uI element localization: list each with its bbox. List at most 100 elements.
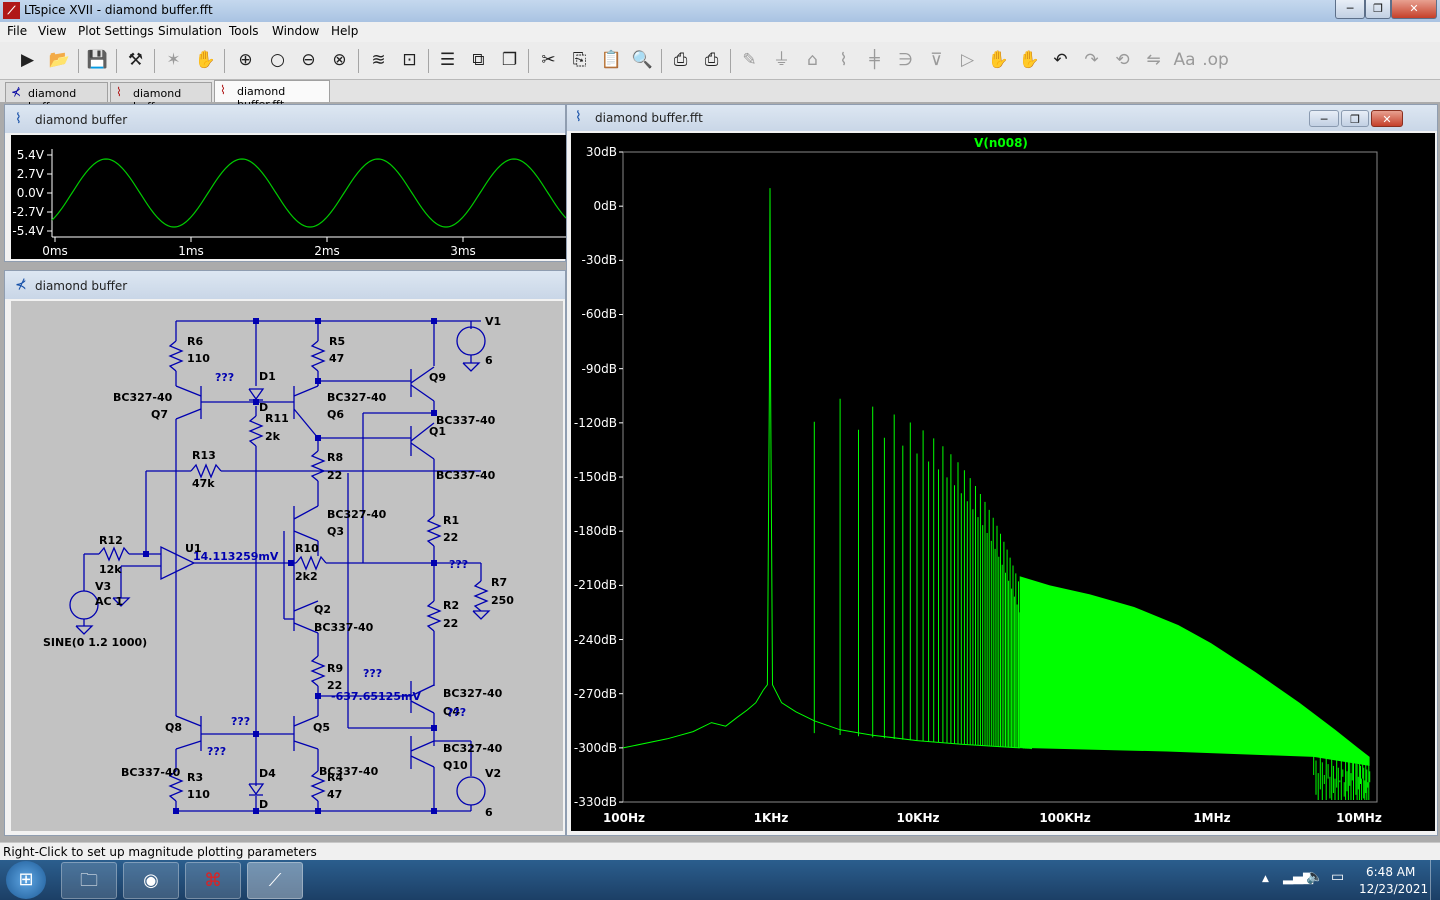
label-r5-value: 47 [329,352,344,365]
transient-plot[interactable]: 5.4V 2.7V 0.0V -2.7V -5.4V 0ms 1ms 2ms 3… [11,135,567,259]
clock-date[interactable]: 12/23/2021 [1359,882,1428,896]
control-panel-icon[interactable]: ⚒ [122,47,149,74]
x-tick-label: 3ms [450,244,476,258]
label-q5: Q5 [313,721,330,734]
menu-simulation[interactable]: Simulation [158,24,222,38]
probe-q4-voltage: -637.65125mV [331,690,421,703]
power-icon[interactable]: ▭ [1331,869,1344,885]
copy-icon[interactable]: ⎘ [566,47,593,74]
label-q6-model: BC327-40 [327,391,387,404]
menu-tools[interactable]: Tools [229,24,259,38]
file-explorer-icon[interactable]: 🗀 [61,862,117,899]
wire-icon[interactable]: ✎ [736,47,763,74]
find-icon[interactable]: 🔍 [629,47,656,74]
cascade-icon[interactable]: ❐ [496,47,523,74]
acrobat-icon[interactable]: ⌘ [185,862,241,899]
firefox-icon[interactable]: ◉ [123,862,179,899]
window-title-bar: ⌇ diamond buffer [5,105,565,133]
window-title: diamond buffer [35,279,128,293]
manual-limits-icon[interactable]: ⊡ [396,47,423,74]
y-tick-label: -180dB [574,524,617,538]
save-icon[interactable]: 💾 [84,47,111,74]
label-v3-ac: AC 1 [95,595,123,608]
close-button[interactable]: ✕ [1391,0,1437,19]
open-icon[interactable]: 📂 [46,47,73,74]
window-title: diamond buffer.fft [595,111,703,125]
mirror-icon[interactable]: ⇋ [1140,47,1167,74]
print-preview-icon[interactable]: ⎙ [698,47,725,74]
label-q7: Q7 [151,408,168,421]
tile-horizontal-icon[interactable]: ☰ [434,47,461,74]
x-tick-label: 100KHz [1039,811,1090,825]
menu-file[interactable]: File [7,24,27,38]
inductor-icon[interactable]: ∋ [892,47,919,74]
schematic-window: ⊀ diamond buffer R6 110 R5 47 V1 6 Q9 D1… [4,270,566,836]
label-r2-value: 22 [443,617,458,630]
minimize-button[interactable]: ─ [1335,0,1365,19]
label-q6: Q6 [327,408,344,421]
run-icon[interactable]: ✶ [160,47,187,74]
y-tick-label: -150dB [574,470,617,484]
tab-fft-plot[interactable]: ⌇diamond buffer.fft [214,80,330,111]
move-icon[interactable]: ✋ [985,47,1012,74]
autorange-icon[interactable]: ≋ [365,47,392,74]
fft-restore-button[interactable]: ❐ [1341,110,1369,127]
print-icon[interactable]: ⎙ [667,47,694,74]
fft-minimize-button[interactable]: ─ [1309,110,1339,127]
menu-plot-settings[interactable]: Plot Settings [78,24,154,38]
menu-window[interactable]: Window [272,24,319,38]
diode-icon[interactable]: ⊽ [923,47,950,74]
capacitor-icon[interactable]: ╪ [861,47,888,74]
zoom-fit-icon[interactable]: ⊗ [326,47,353,74]
tab-schematic[interactable]: ⊀diamond buffer [5,82,108,113]
label-r1-value: 22 [443,531,458,544]
schematic-canvas[interactable]: R6 110 R5 47 V1 6 Q9 D1 BC327-40 Q7 BC32… [11,301,563,831]
drag-icon[interactable]: ✋ [1016,47,1043,74]
tab-transient-plot[interactable]: ⌇diamond buffer [110,82,212,113]
x-tick-label: 0ms [42,244,68,258]
rotate-icon[interactable]: ⟲ [1109,47,1136,74]
probe-q4b: ??? [447,706,466,719]
undo-icon[interactable]: ↶ [1047,47,1074,74]
ground-icon[interactable]: ⏚ [768,47,795,74]
label-r11-value: 2k [265,430,281,443]
y-tick-label: -120dB [574,416,617,430]
resistor-icon[interactable]: ⌇ [830,47,857,74]
y-tick-label: -60dB [582,307,617,321]
show-desktop-button[interactable] [1430,860,1440,900]
ltspice-taskbar-icon[interactable]: ⟋ [247,862,303,899]
tile-vertical-icon[interactable]: ⧉ [465,47,492,74]
label-r4-value: 47 [327,788,342,801]
zoom-out-icon[interactable]: ⊖ [295,47,322,74]
label-r11: R11 [265,412,289,425]
start-button[interactable]: ⊞ [6,861,46,899]
zoom-pan-icon[interactable]: ○ [264,47,291,74]
window-title-bar: ⊀ diamond buffer [5,271,565,299]
spice-directive-icon[interactable]: .op [1202,47,1229,74]
probe-q5: ??? [207,745,226,758]
menu-help[interactable]: Help [331,24,358,38]
clock-time[interactable]: 6:48 AM [1366,865,1415,879]
x-tick-label: 10MHz [1336,811,1382,825]
volume-icon[interactable]: 🔈 [1306,869,1323,885]
menu-view[interactable]: View [38,24,66,38]
halt-icon[interactable]: ✋ [192,47,219,74]
zoom-in-icon[interactable]: ⊕ [232,47,259,74]
restore-button[interactable]: ❐ [1365,0,1391,19]
show-hidden-icons[interactable]: ▲ [1262,874,1269,884]
cut-icon[interactable]: ✂ [535,47,562,74]
fft-close-button[interactable]: ✕ [1371,110,1403,127]
x-tick-label: 1KHz [754,811,789,825]
y-tick-label: 0dB [594,199,617,213]
label-net-icon[interactable]: ⌂ [799,47,826,74]
probe-q8: ??? [231,715,250,728]
label-q10-model: BC327-40 [443,742,503,755]
redo-icon[interactable]: ↷ [1078,47,1105,74]
label-v1-value: 6 [485,354,493,367]
paste-icon[interactable]: 📋 [598,47,625,74]
text-icon[interactable]: Aa [1171,47,1198,74]
component-icon[interactable]: ▷ [954,47,981,74]
new-schematic-icon[interactable]: ▶ [14,47,41,74]
y-tick-label: 30dB [586,145,617,159]
fft-plot[interactable]: V(n008) 30dB 0dB -30dB -60dB -90dB -120d… [571,133,1435,831]
